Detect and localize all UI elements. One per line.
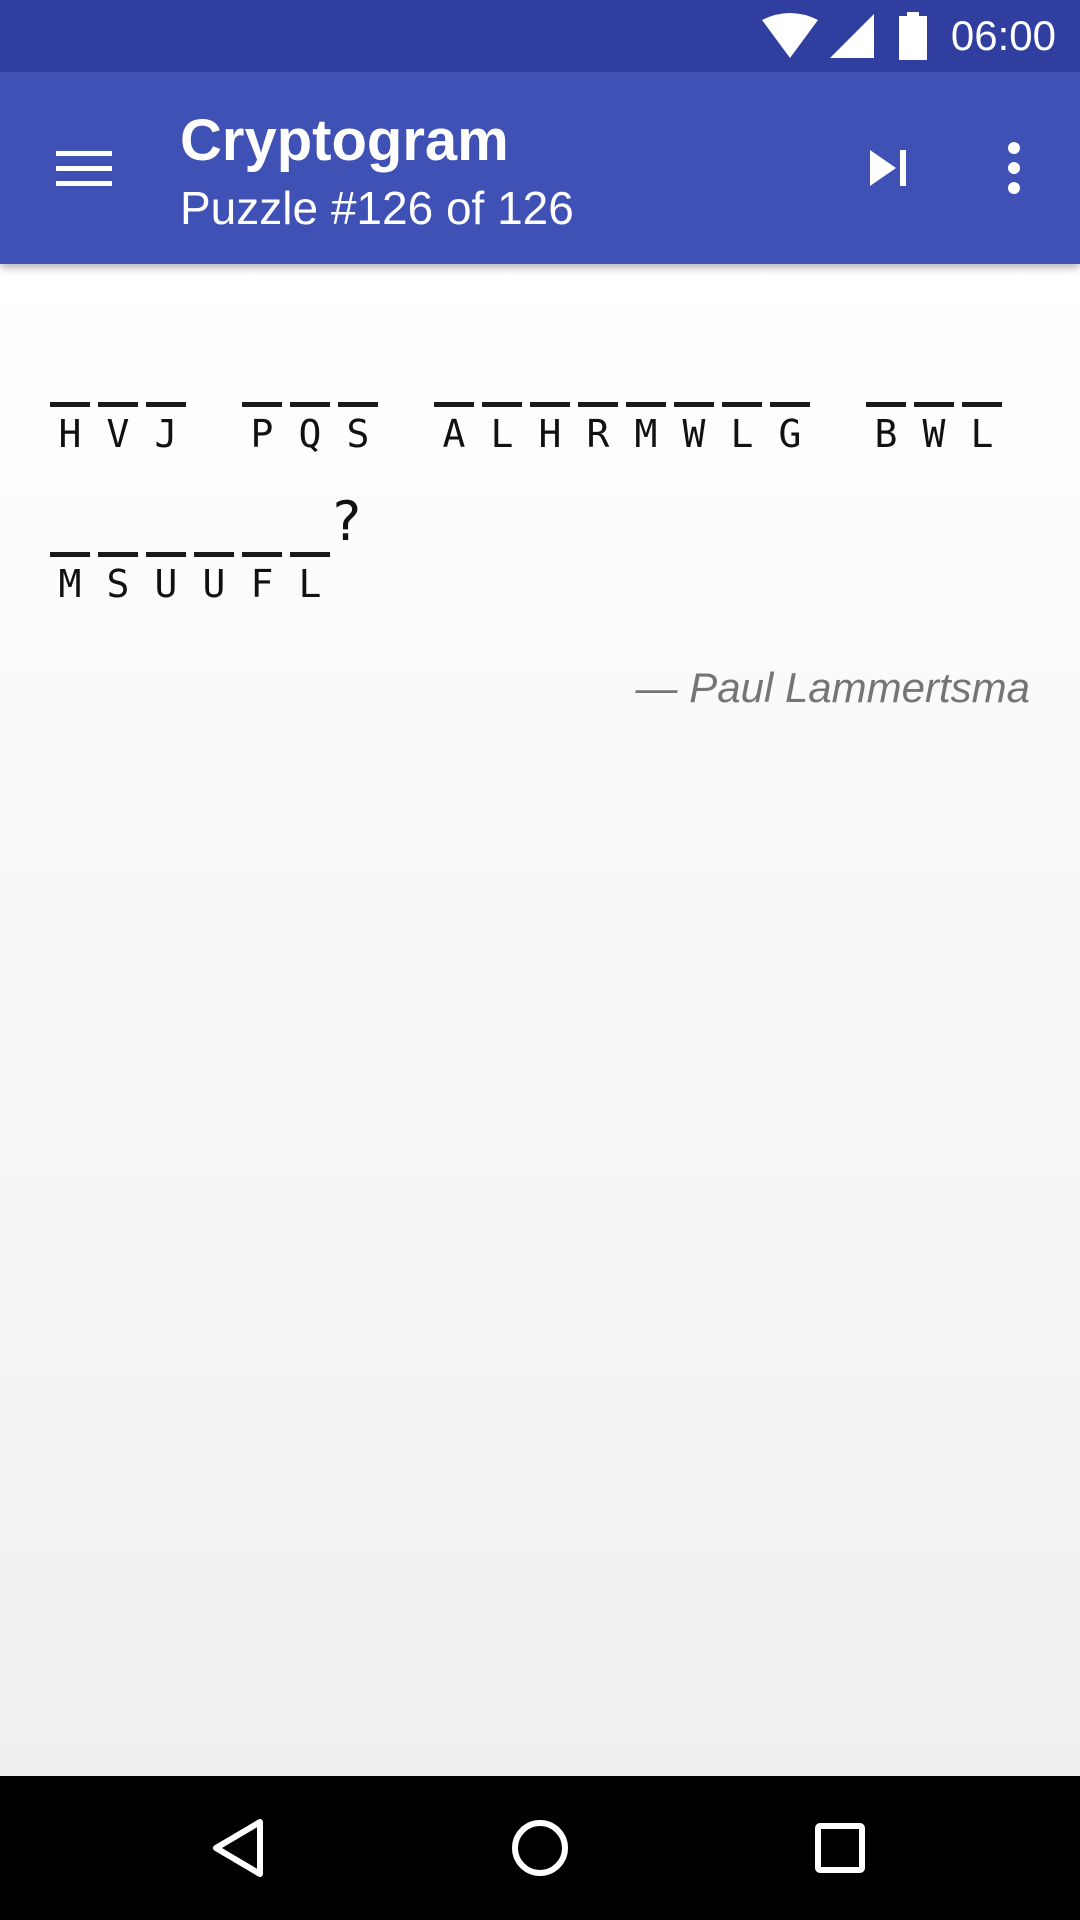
letter-blank[interactable] [338, 346, 378, 407]
cipher-letter: B [874, 412, 898, 456]
letter-cell[interactable]: W [914, 346, 962, 461]
letter-blank[interactable] [434, 346, 474, 407]
letter-cell[interactable]: G [770, 346, 818, 461]
letter-blank[interactable] [530, 346, 570, 407]
puzzle-word: M S U U F L? [50, 490, 378, 611]
cipher-letter: R [586, 412, 610, 456]
more-vert-icon[interactable] [990, 132, 1038, 204]
puzzle-line: M S U U F L? [50, 490, 1050, 646]
battery-icon [898, 12, 928, 65]
letter-blank[interactable] [146, 496, 186, 557]
cipher-letter: J [154, 412, 178, 456]
cipher-letter: V [106, 412, 130, 456]
puzzle-subtitle: Puzzle #126 of 126 [180, 182, 574, 234]
letter-cell[interactable]: P [242, 346, 290, 461]
cipher-letter: W [682, 412, 706, 456]
letter-blank[interactable] [50, 346, 90, 407]
letter-cell[interactable]: L [962, 346, 1010, 461]
letter-cell[interactable]: H [530, 346, 578, 461]
puzzle-grid: H V J P Q S A L H R M W L G B W L M S U U F L? [50, 346, 1050, 646]
letter-cell[interactable]: M [626, 346, 674, 461]
letter-blank[interactable] [290, 346, 330, 407]
cipher-letter: F [250, 562, 274, 606]
cipher-letter: L [298, 562, 322, 606]
status-time: 06:00 [950, 12, 1056, 59]
letter-cell[interactable]: J [146, 346, 194, 461]
home-icon[interactable] [490, 1798, 590, 1898]
letter-cell[interactable]: R [578, 346, 626, 461]
letter-cell[interactable]: A [434, 346, 482, 461]
cipher-letter: U [154, 562, 178, 606]
cipher-letter: S [346, 412, 370, 456]
letter-cell[interactable]: F [242, 496, 290, 611]
letter-blank[interactable] [674, 346, 714, 407]
cipher-letter: L [730, 412, 754, 456]
letter-blank[interactable] [50, 496, 90, 557]
letter-cell[interactable]: H [50, 346, 98, 461]
menu-icon[interactable] [42, 137, 126, 199]
wifi-icon [760, 12, 820, 65]
cipher-letter: P [250, 412, 274, 456]
app-bar: Cryptogram Puzzle #126 of 126 [0, 72, 1080, 264]
cipher-letter: S [106, 562, 130, 606]
cipher-letter: L [490, 412, 514, 456]
letter-cell[interactable]: B [866, 346, 914, 461]
cipher-letter: M [634, 412, 658, 456]
cipher-letter: M [58, 562, 82, 606]
cell-signal-icon [828, 12, 876, 65]
navigation-bar [0, 1776, 1080, 1920]
app-title: Cryptogram [180, 108, 509, 173]
cipher-letter: Q [298, 412, 322, 456]
letter-blank[interactable] [578, 346, 618, 407]
letter-blank[interactable] [770, 346, 810, 407]
letter-blank[interactable] [914, 346, 954, 407]
letter-blank[interactable] [962, 346, 1002, 407]
cipher-letter: W [922, 412, 946, 456]
recents-icon[interactable] [790, 1798, 890, 1898]
cipher-letter: G [778, 412, 802, 456]
letter-blank[interactable] [194, 496, 234, 557]
quote-author: — Paul Lammertsma [635, 664, 1030, 711]
cipher-letter: H [58, 412, 82, 456]
letter-blank[interactable] [242, 496, 282, 557]
puzzle-word: BWL [866, 346, 1010, 461]
letter-cell[interactable]: W [674, 346, 722, 461]
letter-blank[interactable] [866, 346, 906, 407]
letter-cell[interactable]: S [98, 496, 146, 611]
cipher-letter: L [970, 412, 994, 456]
letter-blank[interactable] [722, 346, 762, 407]
puzzle-line: HVJPQSALHRMWLGBWL [50, 346, 1050, 496]
letter-blank[interactable] [242, 346, 282, 407]
cipher-letter: A [442, 412, 466, 456]
letter-blank[interactable] [98, 496, 138, 557]
letter-cell[interactable]: L [482, 346, 530, 461]
letter-cell[interactable]: Q [290, 346, 338, 461]
letter-blank[interactable] [98, 346, 138, 407]
letter-blank[interactable] [482, 346, 522, 407]
status-bar: 06:00 [0, 0, 1080, 72]
back-icon[interactable] [190, 1798, 290, 1898]
puzzle-word: ALHRMWLG [434, 346, 818, 461]
letter-blank[interactable] [146, 346, 186, 407]
letter-cell[interactable]: U [194, 496, 242, 611]
puzzle-word: PQS [242, 346, 386, 461]
punctuation-mark: ? [330, 490, 363, 553]
puzzle-area: H V J P Q S A L H R M W L G B W L M S U U F L? — Paul Lammerts… [0, 264, 1080, 1776]
letter-blank[interactable] [290, 496, 330, 557]
letter-cell[interactable]: L [722, 346, 770, 461]
letter-cell[interactable]: V [98, 346, 146, 461]
letter-cell[interactable]: M [50, 496, 98, 611]
letter-cell[interactable]: U [146, 496, 194, 611]
letter-cell[interactable]: S [338, 346, 386, 461]
skip-next-icon[interactable] [852, 132, 924, 204]
puzzle-word: HVJ [50, 346, 194, 461]
cipher-letter: H [538, 412, 562, 456]
cipher-letter: U [202, 562, 226, 606]
letter-blank[interactable] [626, 346, 666, 407]
